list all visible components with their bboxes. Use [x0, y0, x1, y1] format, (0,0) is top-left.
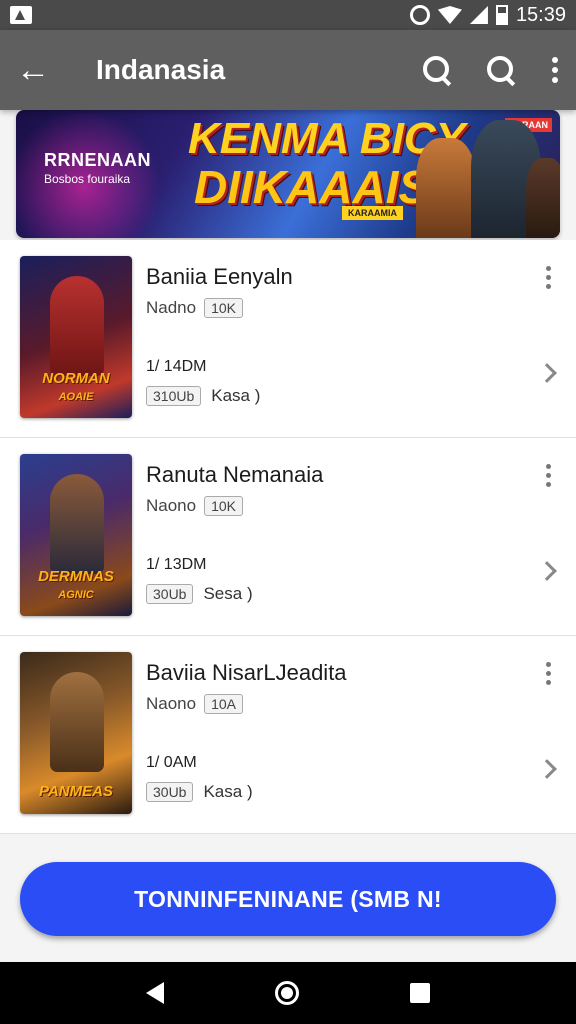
item-more-options-icon[interactable]: [544, 266, 552, 289]
cover-character: [50, 276, 104, 376]
game-developer: Nadno: [146, 298, 197, 317]
cover-character: [50, 672, 104, 772]
game-meta-row: 310Ub Kasa ): [146, 386, 260, 406]
game-category: Kasa ): [211, 386, 261, 405]
game-developer: Naono: [146, 496, 197, 515]
status-icons: 15:39: [409, 3, 566, 27]
game-list: NORMAN AOAIE Baniia Eenyaln Nadno 10K 1/ …: [0, 240, 576, 834]
search-icon[interactable]: [422, 55, 452, 85]
page-title: Indanasia: [96, 54, 226, 85]
list-item[interactable]: PANMEAS Baviia NisarLJeadita Naono 10A 1…: [0, 636, 576, 834]
nav-home-icon[interactable]: [274, 981, 299, 1005]
game-name: Baviia NisarLJeadita: [146, 660, 347, 685]
nav-recents-icon[interactable]: [410, 983, 431, 1003]
game-name: Baniia Eenyaln: [146, 264, 293, 289]
system-nav-bar: [0, 962, 576, 1024]
nav-back-icon[interactable]: [145, 982, 164, 1004]
game-size: 1/ 14DM: [146, 358, 207, 375]
wifi-icon: [437, 6, 462, 24]
item-more-options-icon[interactable]: [544, 662, 552, 685]
game-cover-image: DERMNAS AGNIC: [20, 454, 132, 616]
game-meta-row: 30Ub Kasa ): [146, 782, 253, 802]
game-developer-row: Naono 10K: [146, 496, 244, 516]
game-developer-row: Nadno 10K: [146, 298, 244, 318]
gallery-notification-icon: [10, 6, 32, 24]
status-time: 15:39: [515, 3, 566, 26]
cover-title: NORMAN AOAIE: [42, 370, 110, 403]
app-bar-actions: [422, 55, 560, 85]
game-size: 1/ 0AM: [146, 754, 197, 771]
game-meta-row: 30Ub Sesa ): [146, 584, 253, 604]
alarm-icon: [409, 5, 430, 25]
chevron-right-icon[interactable]: [537, 561, 557, 581]
promo-banner[interactable]: RRNENAAN Bosbos fouraika KENMA BICY DIIK…: [16, 110, 560, 238]
cover-title: PANMEAS: [39, 782, 113, 800]
cover-character: [50, 474, 104, 574]
game-size: 1/ 13DM: [146, 556, 207, 573]
back-arrow-icon[interactable]: ←: [16, 53, 64, 87]
rating-badge: 10K: [204, 496, 244, 516]
version-badge: 30Ub: [146, 584, 194, 604]
banner-hero-figure-3: [526, 158, 560, 238]
banner-subtitle: RRNENAAN: [44, 150, 151, 170]
game-developer-row: Naono 10A: [146, 694, 244, 714]
item-more-options-icon[interactable]: [544, 464, 552, 487]
banner-hero-figure: [416, 138, 476, 238]
game-name: Ranuta Nemanaia: [146, 462, 324, 487]
rating-badge: 10A: [204, 694, 244, 714]
version-badge: 310Ub: [146, 386, 202, 406]
game-cover-image: NORMAN AOAIE: [20, 256, 132, 418]
version-badge: 30Ub: [146, 782, 194, 802]
signal-icon: [469, 6, 488, 24]
status-bar: 15:39: [0, 0, 576, 30]
game-category: Kasa ): [203, 782, 253, 801]
banner-tag: KARAAMIA: [342, 206, 403, 220]
rating-badge: 10K: [204, 298, 244, 318]
list-item[interactable]: NORMAN AOAIE Baniia Eenyaln Nadno 10K 1/ …: [0, 240, 576, 438]
battery-icon: [495, 5, 508, 25]
game-category: Sesa ): [203, 584, 253, 603]
list-item[interactable]: DERMNAS AGNIC Ranuta Nemanaia Naono 10K 1…: [0, 438, 576, 636]
app-bar: ← Indanasia: [0, 30, 576, 110]
game-developer: Naono: [146, 694, 197, 713]
search-icon-secondary[interactable]: [486, 55, 516, 85]
game-cover-image: PANMEAS: [20, 652, 132, 814]
banner-subtitle-small: Bosbos fouraika: [44, 172, 131, 186]
primary-action-button[interactable]: TONNINFENINANE (SMB N!: [20, 862, 556, 936]
chevron-right-icon[interactable]: [537, 759, 557, 779]
more-options-icon[interactable]: [550, 57, 560, 83]
chevron-right-icon[interactable]: [537, 363, 557, 383]
cover-title: DERMNAS AGNIC: [38, 568, 114, 601]
